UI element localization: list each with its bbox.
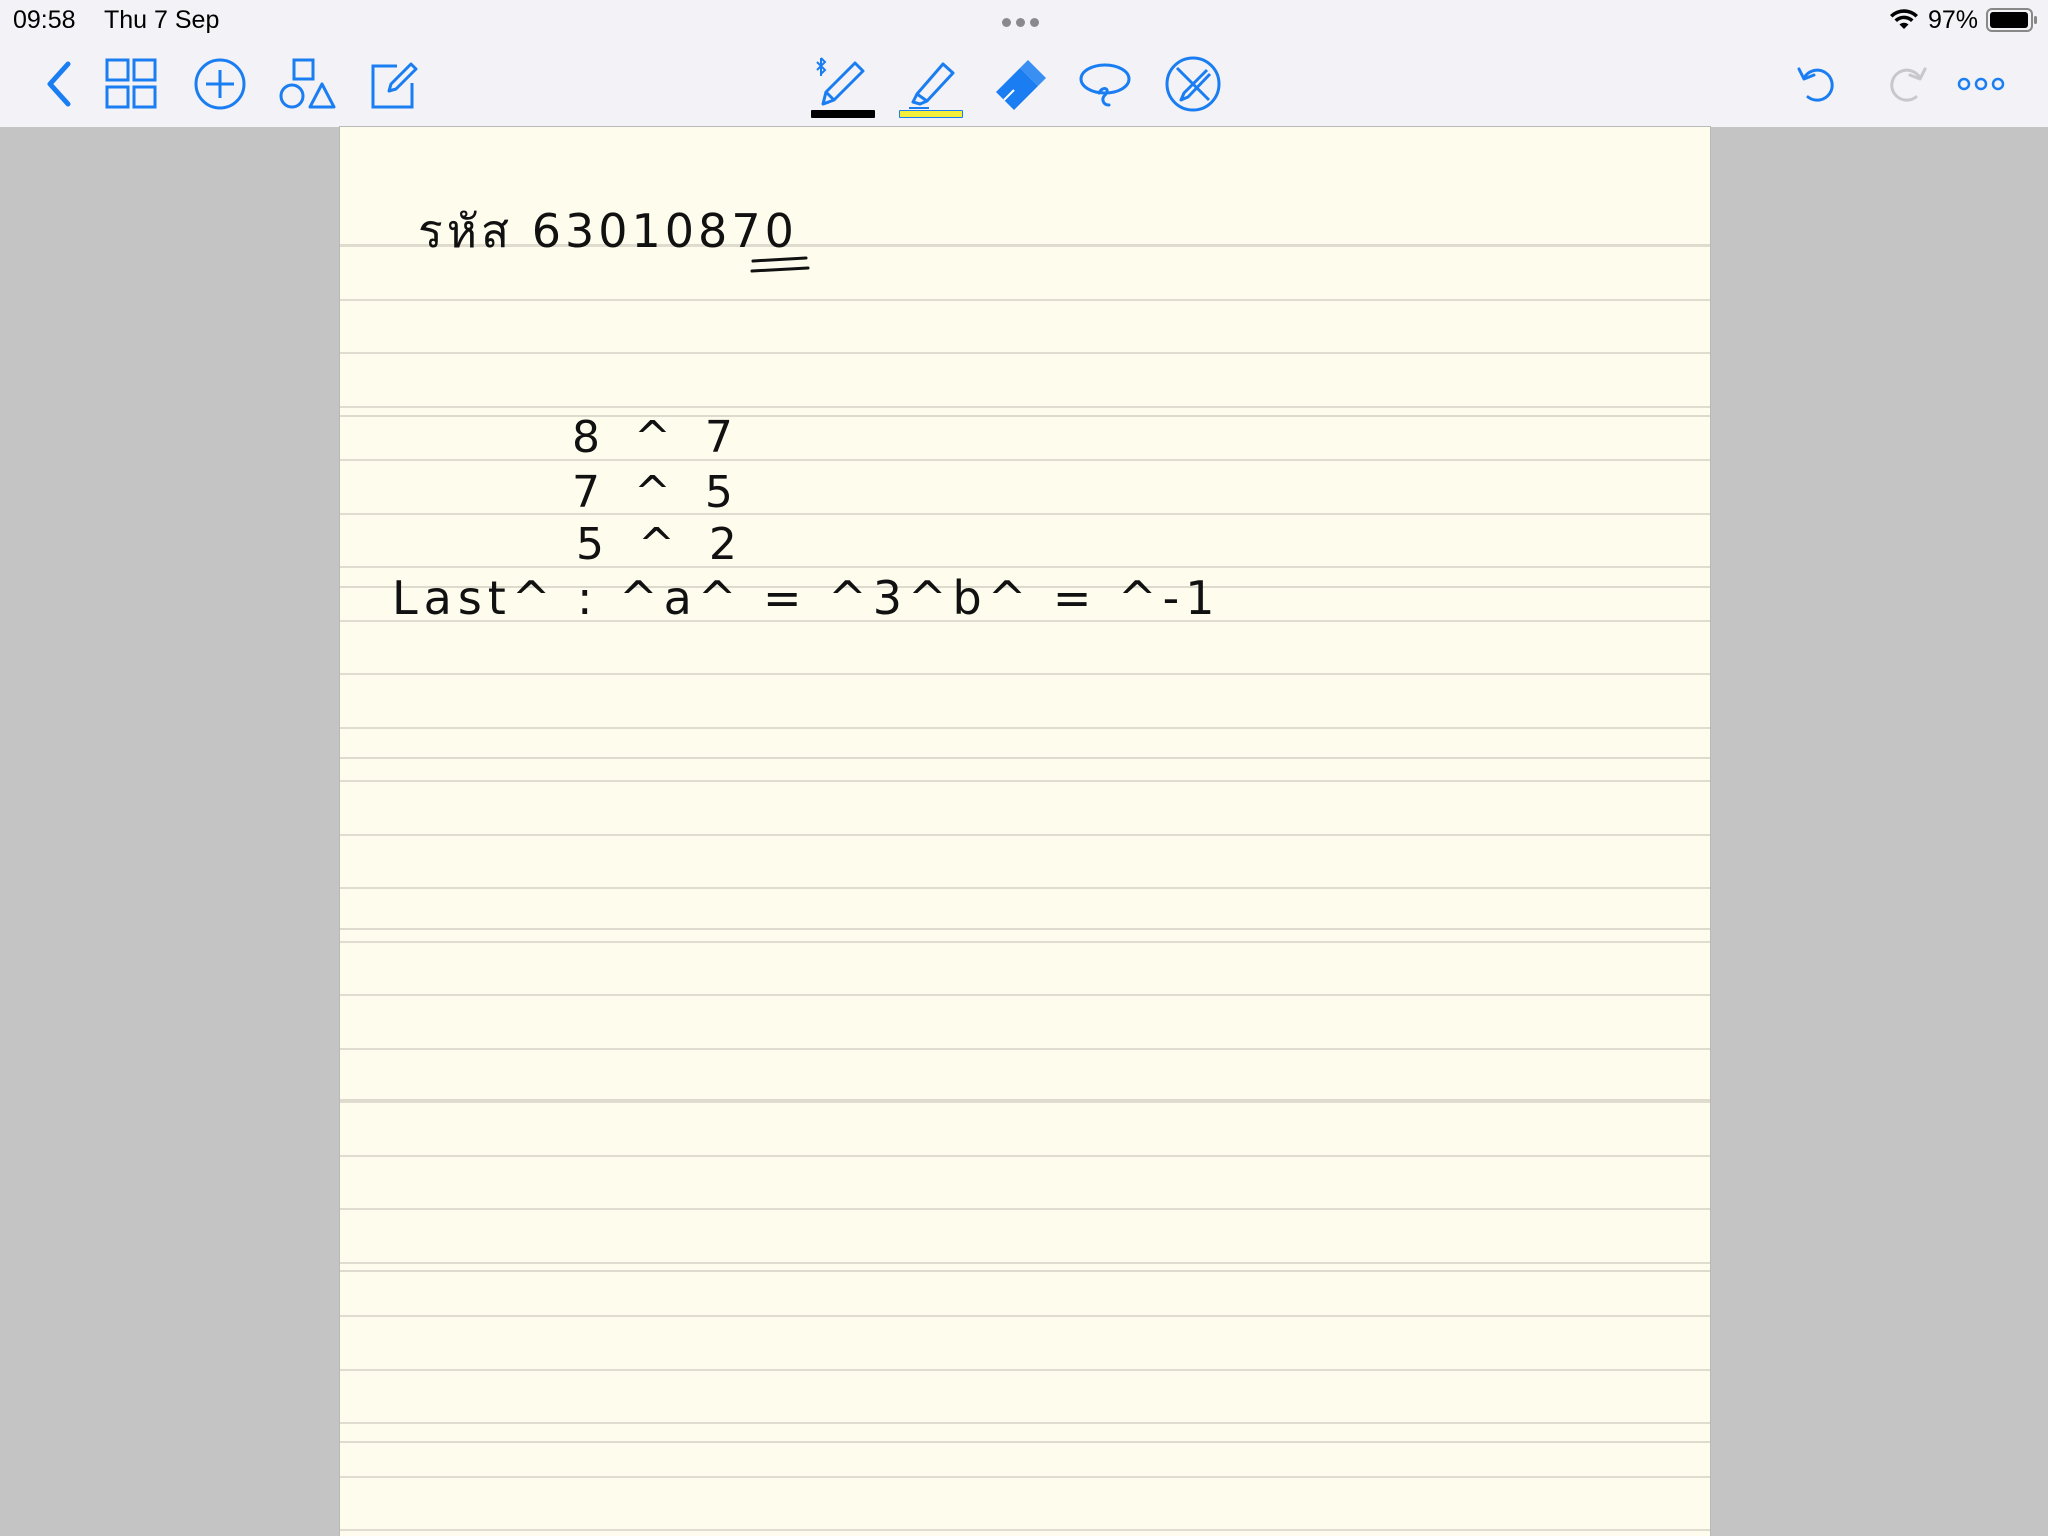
notebook-page[interactable]: รหัส 63010870 8 ^ 7 7 ^ 5 5 ^ 2 Last^ : …	[340, 127, 1710, 1536]
note-canvas[interactable]: รหัส 63010870 8 ^ 7 7 ^ 5 5 ^ 2 Last^ : …	[0, 127, 2048, 1536]
add-button[interactable]	[187, 40, 253, 127]
highlighter-color-indicator	[899, 110, 963, 118]
undo-button[interactable]	[1785, 40, 1851, 127]
multitasking-dots-icon[interactable]	[1002, 14, 1046, 27]
handwritten-line-2: 7 ^ 5	[572, 467, 743, 518]
pen-color-indicator	[811, 110, 875, 118]
more-icon	[1957, 77, 2005, 90]
status-time: 09:58	[13, 6, 76, 34]
handwritten-line-4: Last^ : ^a^ = ^3^b^ = ^-1	[392, 571, 1221, 625]
battery-icon	[1986, 8, 2037, 32]
shapes-button[interactable]	[274, 40, 340, 127]
eraser-icon	[996, 59, 1046, 110]
handwritten-student-id: รหัส 63010870	[418, 204, 798, 258]
thumbnails-icon	[105, 58, 157, 108]
eraser-tool-button[interactable]	[985, 40, 1051, 127]
undo-icon	[1797, 67, 1834, 102]
edit-icon	[371, 62, 418, 108]
wifi-icon	[1890, 9, 1918, 29]
status-bar: 09:58 Thu 7 Sep 97%	[0, 0, 2048, 40]
highlighter-icon	[909, 62, 955, 109]
back-icon	[47, 61, 71, 106]
redo-icon	[1890, 67, 1927, 102]
laser-pointer-icon	[1165, 56, 1221, 111]
handwritten-line-3: 5 ^ 2	[576, 519, 747, 570]
thumbnails-button[interactable]	[99, 40, 165, 127]
ruled-lines	[340, 245, 1710, 1531]
back-button[interactable]	[27, 40, 93, 127]
add-icon	[194, 58, 246, 109]
more-button[interactable]	[1948, 40, 2014, 127]
handwritten-line-1: 8 ^ 7	[572, 412, 743, 463]
lasso-icon	[1079, 63, 1131, 106]
toolbar	[0, 40, 2048, 128]
lasso-tool-button[interactable]	[1072, 40, 1138, 127]
edit-button[interactable]	[361, 40, 427, 127]
laser-tool-button[interactable]	[1160, 40, 1226, 127]
redo-button[interactable]	[1873, 40, 1939, 127]
status-date: Thu 7 Sep	[104, 6, 220, 34]
shapes-icon	[279, 58, 336, 108]
pen-icon	[816, 56, 865, 105]
battery-percent: 97%	[1928, 6, 1979, 34]
double-underline	[750, 256, 810, 273]
